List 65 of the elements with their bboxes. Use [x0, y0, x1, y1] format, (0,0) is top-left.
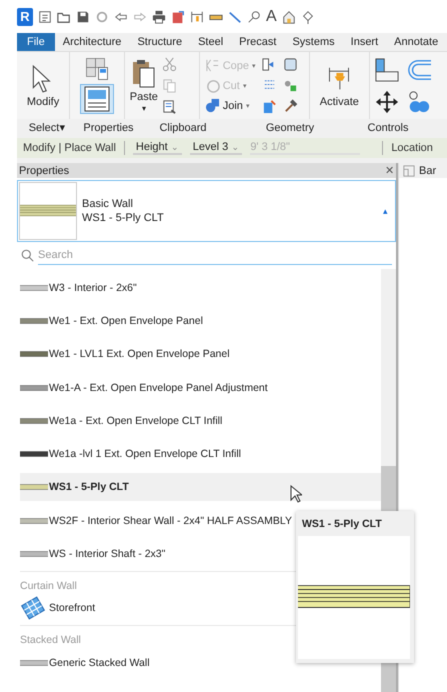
panel-label[interactable]: Select▾ [17, 121, 77, 134]
move-icon[interactable] [374, 90, 399, 114]
activate-button[interactable]: Activate [320, 64, 359, 108]
search-field[interactable]: Search [38, 245, 392, 265]
type-selector[interactable]: Basic Wall WS1 - 5-Ply CLT ▴ [17, 180, 396, 242]
panel-label: Controls [366, 122, 410, 134]
hammer-icon[interactable] [283, 99, 298, 114]
align-icon[interactable] [374, 58, 399, 82]
wall-type-item[interactable]: W3 - Interior - 2x6" [20, 271, 381, 304]
wall-type-item[interactable]: WS1 - 5-Ply CLT [20, 473, 381, 502]
height-dropdown[interactable]: Height ⌄ [132, 141, 182, 155]
mouse-cursor-icon [290, 485, 302, 503]
ribbon-tab[interactable]: Structure [129, 33, 190, 51]
mode-label: Modify | Place Wall [23, 142, 116, 154]
wall-type-item[interactable]: We1a - Ext. Open Envelope CLT Infill [20, 404, 381, 438]
tooltip-title: WS1 - 5-Ply CLT [301, 517, 383, 532]
join-icon [204, 98, 220, 113]
aligned-dimension-icon[interactable] [228, 10, 242, 24]
panel-label: Properties [82, 122, 135, 134]
panel-label: Geometry [264, 122, 316, 134]
home-icon[interactable] [282, 10, 296, 24]
app-logo[interactable]: R [17, 8, 33, 26]
modify-button[interactable]: Modify [26, 64, 60, 108]
search-icon [21, 248, 34, 262]
circle-icon [204, 78, 220, 93]
save-icon[interactable] [76, 10, 90, 24]
close-button[interactable]: ✕ [385, 164, 394, 177]
ribbon-tab[interactable]: Precast [231, 33, 284, 51]
paste-button[interactable]: Paste ▾ [130, 58, 158, 112]
clipboard-icon [130, 58, 157, 88]
ribbon-tab[interactable]: Architecture [54, 33, 130, 51]
ribbon-tab[interactable]: Systems [284, 33, 343, 51]
wall-type-item[interactable]: We1-A - Ext. Open Envelope Panel Adjustment [20, 370, 381, 404]
view-icon[interactable] [283, 57, 298, 72]
level-dropdown[interactable]: Level 3 ⌄ [190, 141, 242, 155]
location-label: Location [391, 142, 433, 154]
wall-type-item[interactable]: WS - Interior Shaft - 2x3" [20, 537, 381, 571]
wall-type-item[interactable]: Storefront [20, 592, 381, 625]
dimension-icon[interactable] [190, 10, 204, 24]
sheet-export-icon[interactable] [171, 10, 185, 24]
view-tab[interactable]: Bar [399, 163, 447, 178]
panel-label: Clipboard [158, 122, 208, 134]
match-properties-icon[interactable] [162, 99, 177, 114]
ribbon-tab[interactable]: Annotate [386, 33, 446, 51]
plan-view-icon [403, 164, 415, 176]
cope-icon [204, 58, 220, 73]
ribbon-tab[interactable]: Steel [190, 33, 232, 51]
type-properties-icon[interactable] [84, 57, 109, 81]
panel-title: Properties [19, 164, 70, 176]
scissors-icon[interactable] [162, 57, 177, 72]
wall-type-item[interactable]: We1a -lvl 1 Ext. Open Envelope CLT Infill [20, 437, 381, 471]
recent-files-icon[interactable] [38, 10, 52, 24]
paint-icon[interactable] [262, 99, 277, 114]
wall-preview-drawing [19, 182, 77, 240]
wall-type-item[interactable]: Generic Stacked Wall [20, 646, 381, 680]
properties-icon[interactable] [80, 84, 114, 114]
copy-circles-icon[interactable] [406, 90, 431, 114]
text-tool[interactable]: A [266, 8, 277, 26]
wall-type-item[interactable]: We1 - Ext. Open Envelope Panel [20, 304, 381, 338]
pin-icon[interactable] [300, 10, 315, 24]
offset-icon[interactable] [406, 58, 431, 82]
print-icon[interactable] [152, 10, 166, 24]
join-toggle-icon[interactable] [283, 78, 298, 93]
wall-type-item[interactable]: We1 - LVL1 Ext. Open Envelope Panel [20, 338, 381, 371]
ribbon-tab[interactable]: Insert [342, 33, 386, 51]
